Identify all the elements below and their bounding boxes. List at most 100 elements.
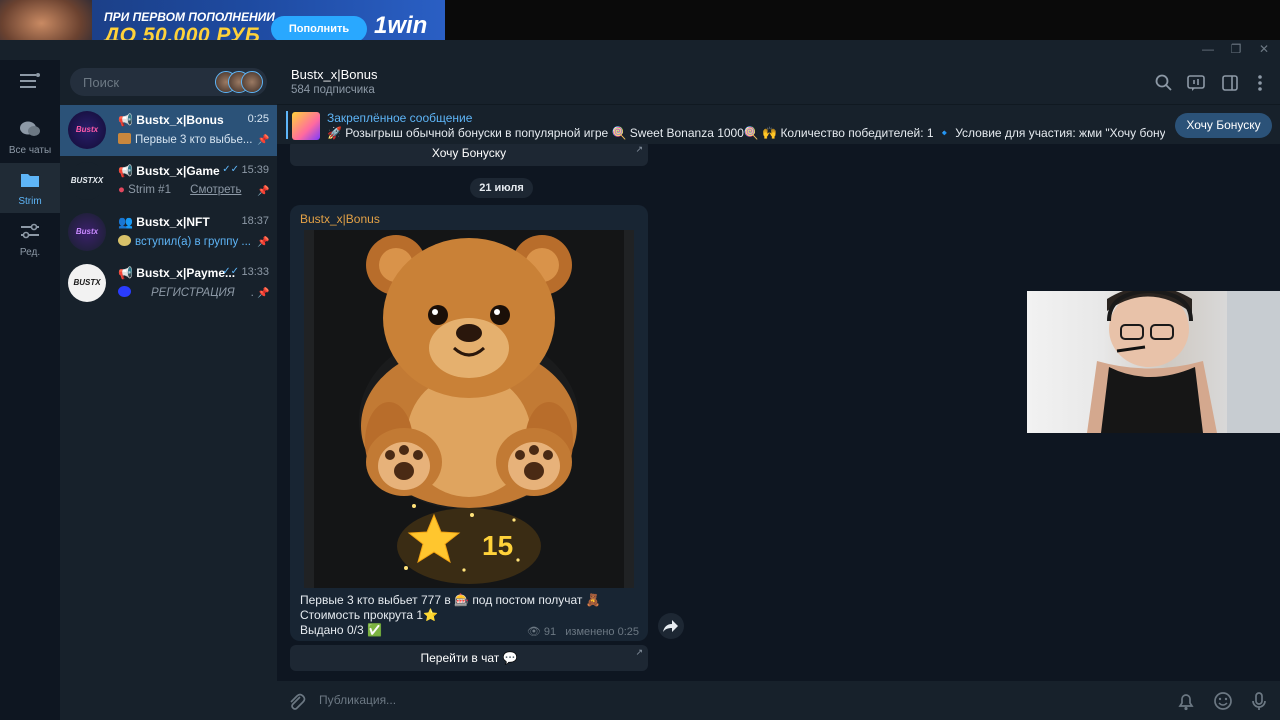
chat-name-wrap: 📢 Bustx_x|Payme... (118, 266, 235, 280)
external-link-icon: ↗ (635, 144, 643, 154)
chat-time: 13:33 (241, 266, 269, 278)
read-ticks-icon: ✓✓ (222, 164, 239, 175)
emoji-icon[interactable] (1212, 690, 1234, 712)
external-link-icon: ↗ (635, 647, 643, 657)
microphone-icon[interactable] (1248, 690, 1270, 712)
rail-folder-all-chats[interactable]: Все чаты (0, 112, 60, 162)
member-avatar-icon (118, 235, 131, 246)
folder-icon (21, 174, 39, 187)
top-black-strip (445, 0, 1280, 40)
avatar: BUSTXX (68, 162, 106, 200)
chat-time: 0:25 (247, 113, 269, 125)
views-icon: 👁 (526, 626, 541, 638)
stories-avatars[interactable] (215, 71, 263, 93)
rail-label: Strim (18, 196, 42, 207)
more-options-icon[interactable] (1250, 73, 1270, 93)
chat-item-payments[interactable]: BUSTX 📢 Bustx_x|Payme... ✓✓ 13:33 РЕГИСТ… (60, 258, 277, 309)
chat-header[interactable]: Bustx_x|Bonus 584 подписчика (277, 60, 1280, 104)
close-icon[interactable]: ✕ (1252, 42, 1276, 58)
post-meta: 👁 91 изменено 0:25 (527, 625, 639, 638)
watch-link[interactable]: Смотреть (190, 184, 241, 196)
edit-filters-icon (21, 223, 39, 239)
chat-item-nft[interactable]: Bustx NFT 👥 Bustx_x|NFT 18:37 вступил(а)… (60, 207, 277, 258)
rail-label: Ред. (19, 247, 41, 258)
ad-deposit-button[interactable]: Пополнить (271, 16, 367, 42)
attach-icon[interactable] (285, 690, 307, 712)
channel-post[interactable]: Bustx_x|Bonus 15 Первые 3 кто выбьет 777… (290, 205, 648, 641)
post-image[interactable]: 15 (304, 230, 634, 588)
rail-folder-strim[interactable]: Strim (0, 163, 60, 213)
story-avatar[interactable] (241, 71, 263, 93)
teddy-bear-image: 15 (304, 230, 634, 588)
minimize-icon[interactable]: — (1196, 42, 1220, 58)
notifications-bell-icon[interactable] (1175, 690, 1197, 712)
pin-icon: 📌 (257, 237, 270, 248)
post-sender: Bustx_x|Bonus (300, 212, 380, 226)
chat-name-wrap: 📢 Bustx_x|Game (118, 164, 220, 178)
star-badge-value: 15 (482, 530, 513, 561)
chat-time: 18:37 (241, 215, 269, 227)
avatar: Bustx NFT (68, 213, 106, 251)
pin-icon: 📌 (257, 288, 270, 299)
post-text-line: Стоимость прокрута 1⭐ (300, 608, 439, 622)
window-titlebar: — ❐ ✕ (0, 40, 1280, 60)
views-count: 91 (543, 626, 557, 638)
go-to-chat-button[interactable]: Перейти в чат 💬 ↗ (290, 645, 648, 671)
subscriber-count: 584 подписчика (291, 84, 375, 96)
folder-rail: Все чаты Strim Ред. (0, 60, 60, 720)
share-arrow-icon (663, 620, 678, 632)
message-composer[interactable]: Публикация... (277, 681, 1280, 720)
pin-icon: 📌 (257, 135, 270, 146)
post-text-line: Выдано 0/3 ✅ (300, 623, 382, 637)
maximize-icon[interactable]: ❐ (1224, 42, 1248, 58)
rail-label: Все чаты (8, 145, 52, 156)
search-icon[interactable] (1154, 73, 1174, 93)
date-separator: 21 июля (470, 178, 533, 198)
chat-preview: Strim #1 (128, 184, 171, 196)
chat-name-wrap: 📢 Bustx_x|Bonus (118, 113, 224, 127)
chat-name: Bustx_x|Bonus (136, 113, 224, 127)
ad-line-1: ПРИ ПЕРВОМ ПОПОЛНЕНИИ (104, 10, 275, 24)
preview-thumbnail (118, 133, 131, 144)
inline-bonus-label: Хочу Бонуску (431, 146, 507, 160)
chat-time: 15:39 (241, 164, 269, 176)
read-ticks-icon: ✓✓ (222, 266, 239, 277)
chat-name-wrap: 👥 Bustx_x|NFT (118, 215, 210, 229)
webcam-person-image (1087, 291, 1280, 433)
chat-preview-tail: ... (251, 287, 253, 299)
channel-icon: 📢 (118, 164, 137, 178)
chat-name: Bustx_x|Game (136, 164, 220, 178)
search-placeholder: Поиск (83, 75, 120, 90)
avatar: BUSTX (68, 264, 106, 302)
chat-name: Bustx_x|Payme... (136, 266, 236, 280)
channel-icon: 📢 (118, 113, 137, 127)
message-area[interactable]: Хочу Бонуску ↗ 21 июля Bustx_x|Bonus 15 … (277, 144, 1280, 681)
pinned-thumbnail (292, 112, 320, 140)
chat-name: Bustx_x|NFT (136, 215, 210, 229)
webcam-overlay[interactable] (1027, 291, 1280, 433)
pinned-indicator (286, 111, 288, 139)
menu-icon[interactable] (20, 73, 40, 89)
live-stream-icon[interactable] (1186, 73, 1206, 93)
inline-bonus-button[interactable]: Хочу Бонуску ↗ (290, 144, 648, 166)
composer-placeholder[interactable]: Публикация... (319, 693, 396, 707)
chat-preview: РЕГИСТРАЦИЯ (150, 287, 235, 299)
chat-item-game[interactable]: BUSTXX 📢 Bustx_x|Game ✓✓ 15:39 ● Strim #… (60, 156, 277, 207)
pinned-message-bar[interactable]: Закреплённое сообщение 🚀 Розыгрыш обычно… (277, 104, 1280, 145)
chat-item-bonus[interactable]: Bustx BONUS 📢 Bustx_x|Bonus 0:25 Первые … (60, 105, 277, 156)
chat-preview-wrap: ● Strim #1 Смотреть (118, 184, 253, 196)
pinned-title: Закреплённое сообщение (327, 111, 473, 125)
chats-icon (20, 121, 40, 136)
search-input[interactable]: Поиск (70, 68, 267, 96)
channel-title: Bustx_x|Bonus (291, 67, 378, 82)
chat-preview: вступил(а) в группу ... (135, 236, 251, 248)
chat-preview-wrap: Первые 3 кто выбье... (118, 133, 253, 146)
pin-icon: 📌 (257, 186, 270, 197)
channel-icon: 📢 (118, 266, 137, 280)
pinned-bonus-button[interactable]: Хочу Бонуску (1175, 113, 1272, 138)
emoji-icon (118, 286, 131, 297)
sidebar-toggle-icon[interactable] (1220, 73, 1240, 93)
forward-button[interactable] (658, 613, 684, 639)
chat-preview-wrap: РЕГИСТРАЦИЯ ... (118, 286, 253, 299)
rail-edit-folders[interactable]: Ред. (0, 214, 60, 264)
